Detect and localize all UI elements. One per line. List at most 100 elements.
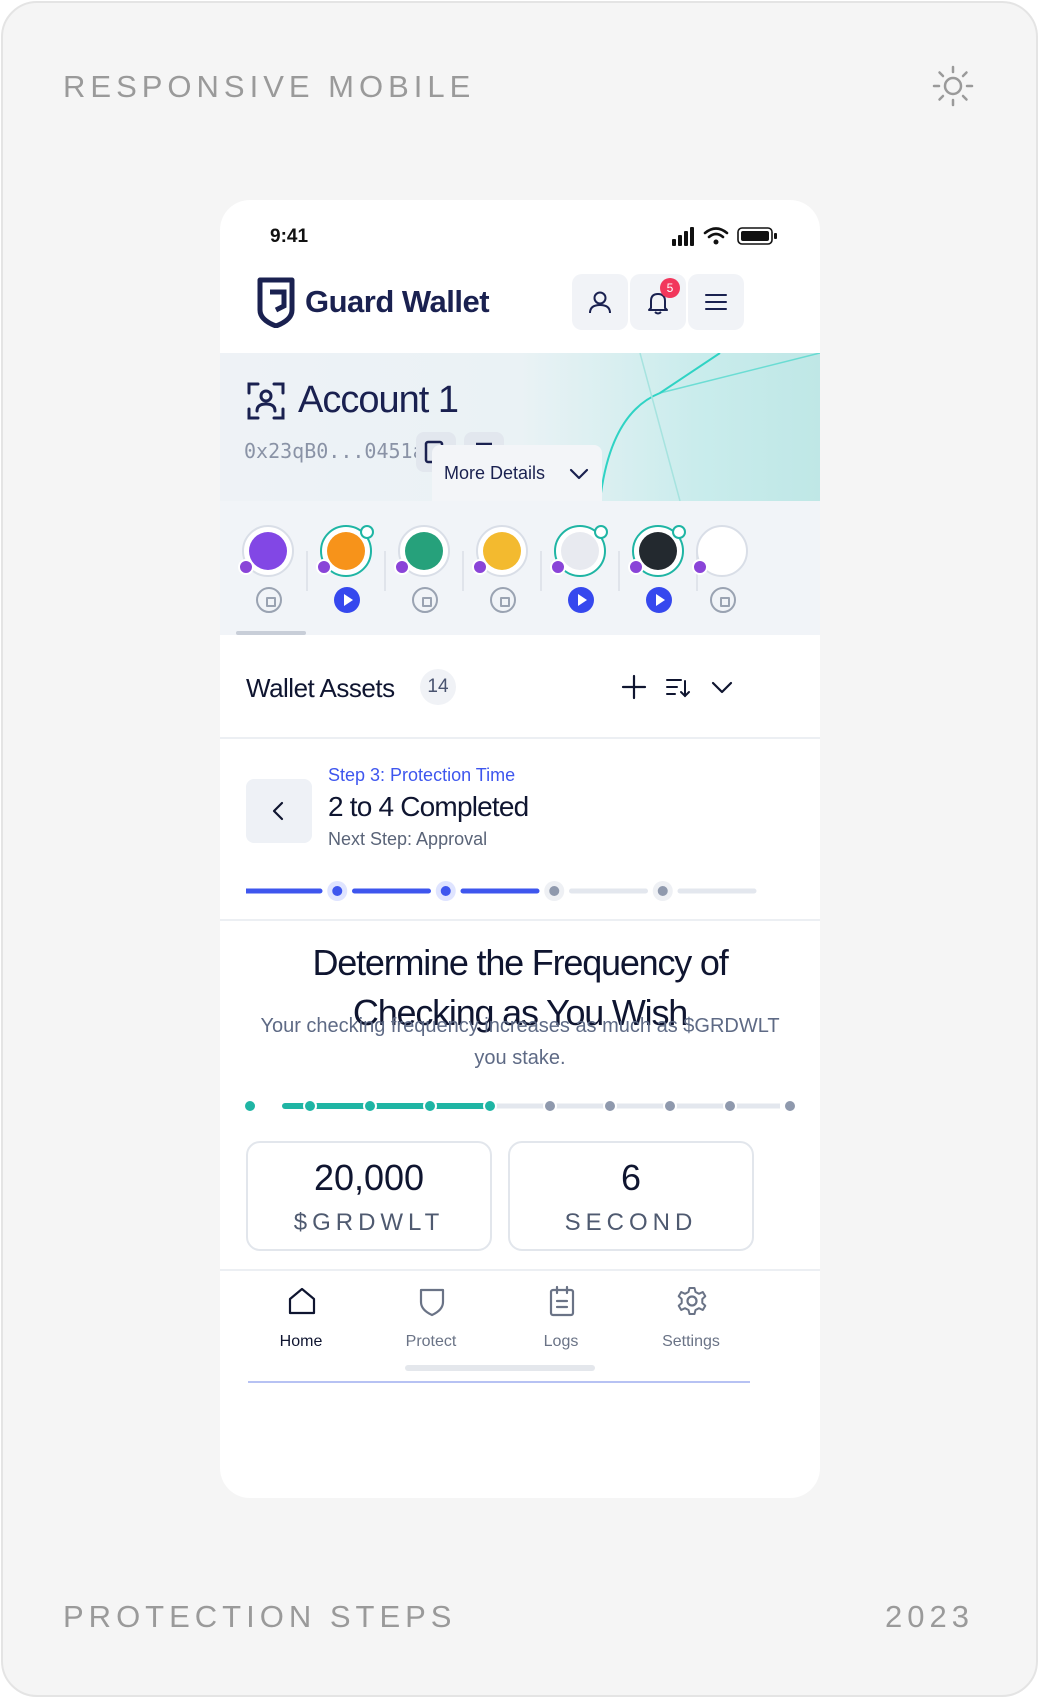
step-node: [657, 886, 668, 896]
nav-item-logs[interactable]: Logs: [496, 1285, 626, 1365]
slider-point: [243, 1099, 257, 1113]
coin-strip[interactable]: [220, 501, 820, 635]
profile-button[interactable]: [572, 274, 628, 330]
account-card: Account 1 0x23qB0...0451a More Details: [220, 353, 820, 501]
bnb-icon: [483, 532, 521, 570]
user-icon: [589, 291, 611, 314]
coin-separator: [306, 551, 308, 591]
tether-icon: [405, 532, 443, 570]
nav-label-protect: Protect: [405, 1333, 457, 1350]
coin-bitcoin[interactable]: [310, 525, 380, 625]
wallet-assets-title: Wallet Assets: [246, 673, 395, 703]
protection-step-section: Step 3: Protection Time 2 to 4 Completed…: [220, 741, 820, 921]
chevron-down-icon: [569, 468, 589, 480]
wallet-assets-count-badge: 14: [420, 669, 456, 705]
chain-badge-icon: [316, 559, 332, 575]
chevron-left-icon: [272, 801, 284, 821]
check-badge-icon: [360, 525, 374, 539]
bottom-accent-line: [248, 1381, 750, 1383]
step-node: [549, 886, 560, 896]
nav-item-home[interactable]: Home: [236, 1285, 366, 1365]
slider-point: [663, 1099, 677, 1113]
slider-point: [603, 1099, 617, 1113]
step-title: 2 to 4 Completed: [328, 791, 529, 822]
brand-name: Guard Wallet: [305, 284, 490, 319]
chain-badge-icon: [550, 559, 566, 575]
add-icon[interactable]: [620, 673, 648, 701]
nav-label-home: Home: [279, 1333, 323, 1350]
play-icon[interactable]: [568, 587, 594, 613]
check-interval-unit: SECOND: [564, 1209, 698, 1236]
gear-icon: [677, 1287, 707, 1315]
slider-point: [783, 1099, 797, 1113]
play-icon[interactable]: [334, 587, 360, 613]
wallet-assets-header: Wallet Assets 14: [220, 635, 820, 739]
chain-badge-icon: [238, 559, 254, 575]
cardano-icon: [703, 532, 741, 570]
stake-amount-value: 20,000: [313, 1157, 425, 1198]
phone-screen: 9:41 Guard Wallet 5 Account 1 0x23qB0...…: [220, 200, 820, 1498]
check-badge-icon: [672, 525, 686, 539]
notifications-button[interactable]: 5: [630, 274, 686, 330]
play-icon[interactable]: [646, 587, 672, 613]
slider-point: [483, 1099, 497, 1113]
xrp-icon: [639, 532, 677, 570]
step-label: Step 3: Protection Time: [328, 765, 516, 785]
sort-icon[interactable]: [664, 673, 692, 701]
menu-button[interactable]: [688, 274, 744, 330]
slider-point: [543, 1099, 557, 1113]
frequency-slider[interactable]: [240, 1094, 800, 1118]
chain-badge-icon: [394, 559, 410, 575]
wallet-address[interactable]: 0x23qB0...0451a: [244, 439, 425, 463]
status-time: 9:41: [270, 226, 309, 247]
nav-label-settings: Settings: [662, 1333, 720, 1350]
stop-icon[interactable]: [710, 587, 736, 613]
status-bar: 9:41: [220, 200, 820, 270]
clipboard-icon: [549, 1285, 575, 1317]
slider-point: [423, 1099, 437, 1113]
slider-point: [723, 1099, 737, 1113]
coin-ethereum[interactable]: [544, 525, 614, 625]
sun-icon[interactable]: [932, 65, 974, 107]
coin-xrp[interactable]: [622, 525, 692, 625]
menu-icon: [705, 294, 727, 310]
ethereum-icon: [561, 532, 599, 570]
step-node: [440, 886, 451, 896]
check-interval-box: 6 SECOND: [508, 1141, 754, 1251]
chain-badge-icon: [692, 559, 708, 575]
step-progress-bar: [246, 881, 757, 901]
next-step-label: Next Step: Approval: [328, 829, 488, 849]
status-icons: [672, 227, 777, 246]
stake-amount-box: 20,000 $GRDWLT: [246, 1141, 492, 1251]
nav-item-settings[interactable]: Settings: [626, 1285, 756, 1365]
polygon-icon: [249, 532, 287, 570]
more-details-dropdown[interactable]: More Details: [432, 445, 602, 501]
slider-point: [363, 1099, 377, 1113]
stop-icon[interactable]: [490, 587, 516, 613]
check-badge-icon: [594, 525, 608, 539]
battery-icon: [737, 227, 777, 245]
app-header: Guard Wallet 5: [220, 270, 820, 354]
chain-badge-icon: [472, 559, 488, 575]
bitcoin-icon: [327, 532, 365, 570]
nav-label-logs: Logs: [543, 1333, 579, 1350]
notification-badge: 5: [660, 278, 680, 298]
coin-bnb[interactable]: [466, 525, 536, 625]
chevron-down-icon[interactable]: [708, 673, 736, 701]
coin-separator: [540, 551, 542, 591]
frame-label-bottom-left: PROTECTION STEPS: [63, 1599, 457, 1634]
coin-separator: [462, 551, 464, 591]
coin-cardano[interactable]: [686, 525, 756, 625]
step-node: [332, 886, 343, 896]
coin-polygon[interactable]: [232, 525, 302, 625]
coin-separator: [384, 551, 386, 591]
frame-label-bottom-right: 2023: [885, 1599, 974, 1634]
stop-icon[interactable]: [256, 587, 282, 613]
signal-icon: [672, 227, 694, 246]
frequency-description: Your checking frequency increases as muc…: [260, 1015, 780, 1069]
back-button[interactable]: [246, 779, 312, 843]
nav-item-protect[interactable]: Protect: [366, 1285, 496, 1365]
stop-icon[interactable]: [412, 587, 438, 613]
guard-wallet-logo-icon: [257, 277, 295, 328]
coin-tether[interactable]: [388, 525, 458, 625]
